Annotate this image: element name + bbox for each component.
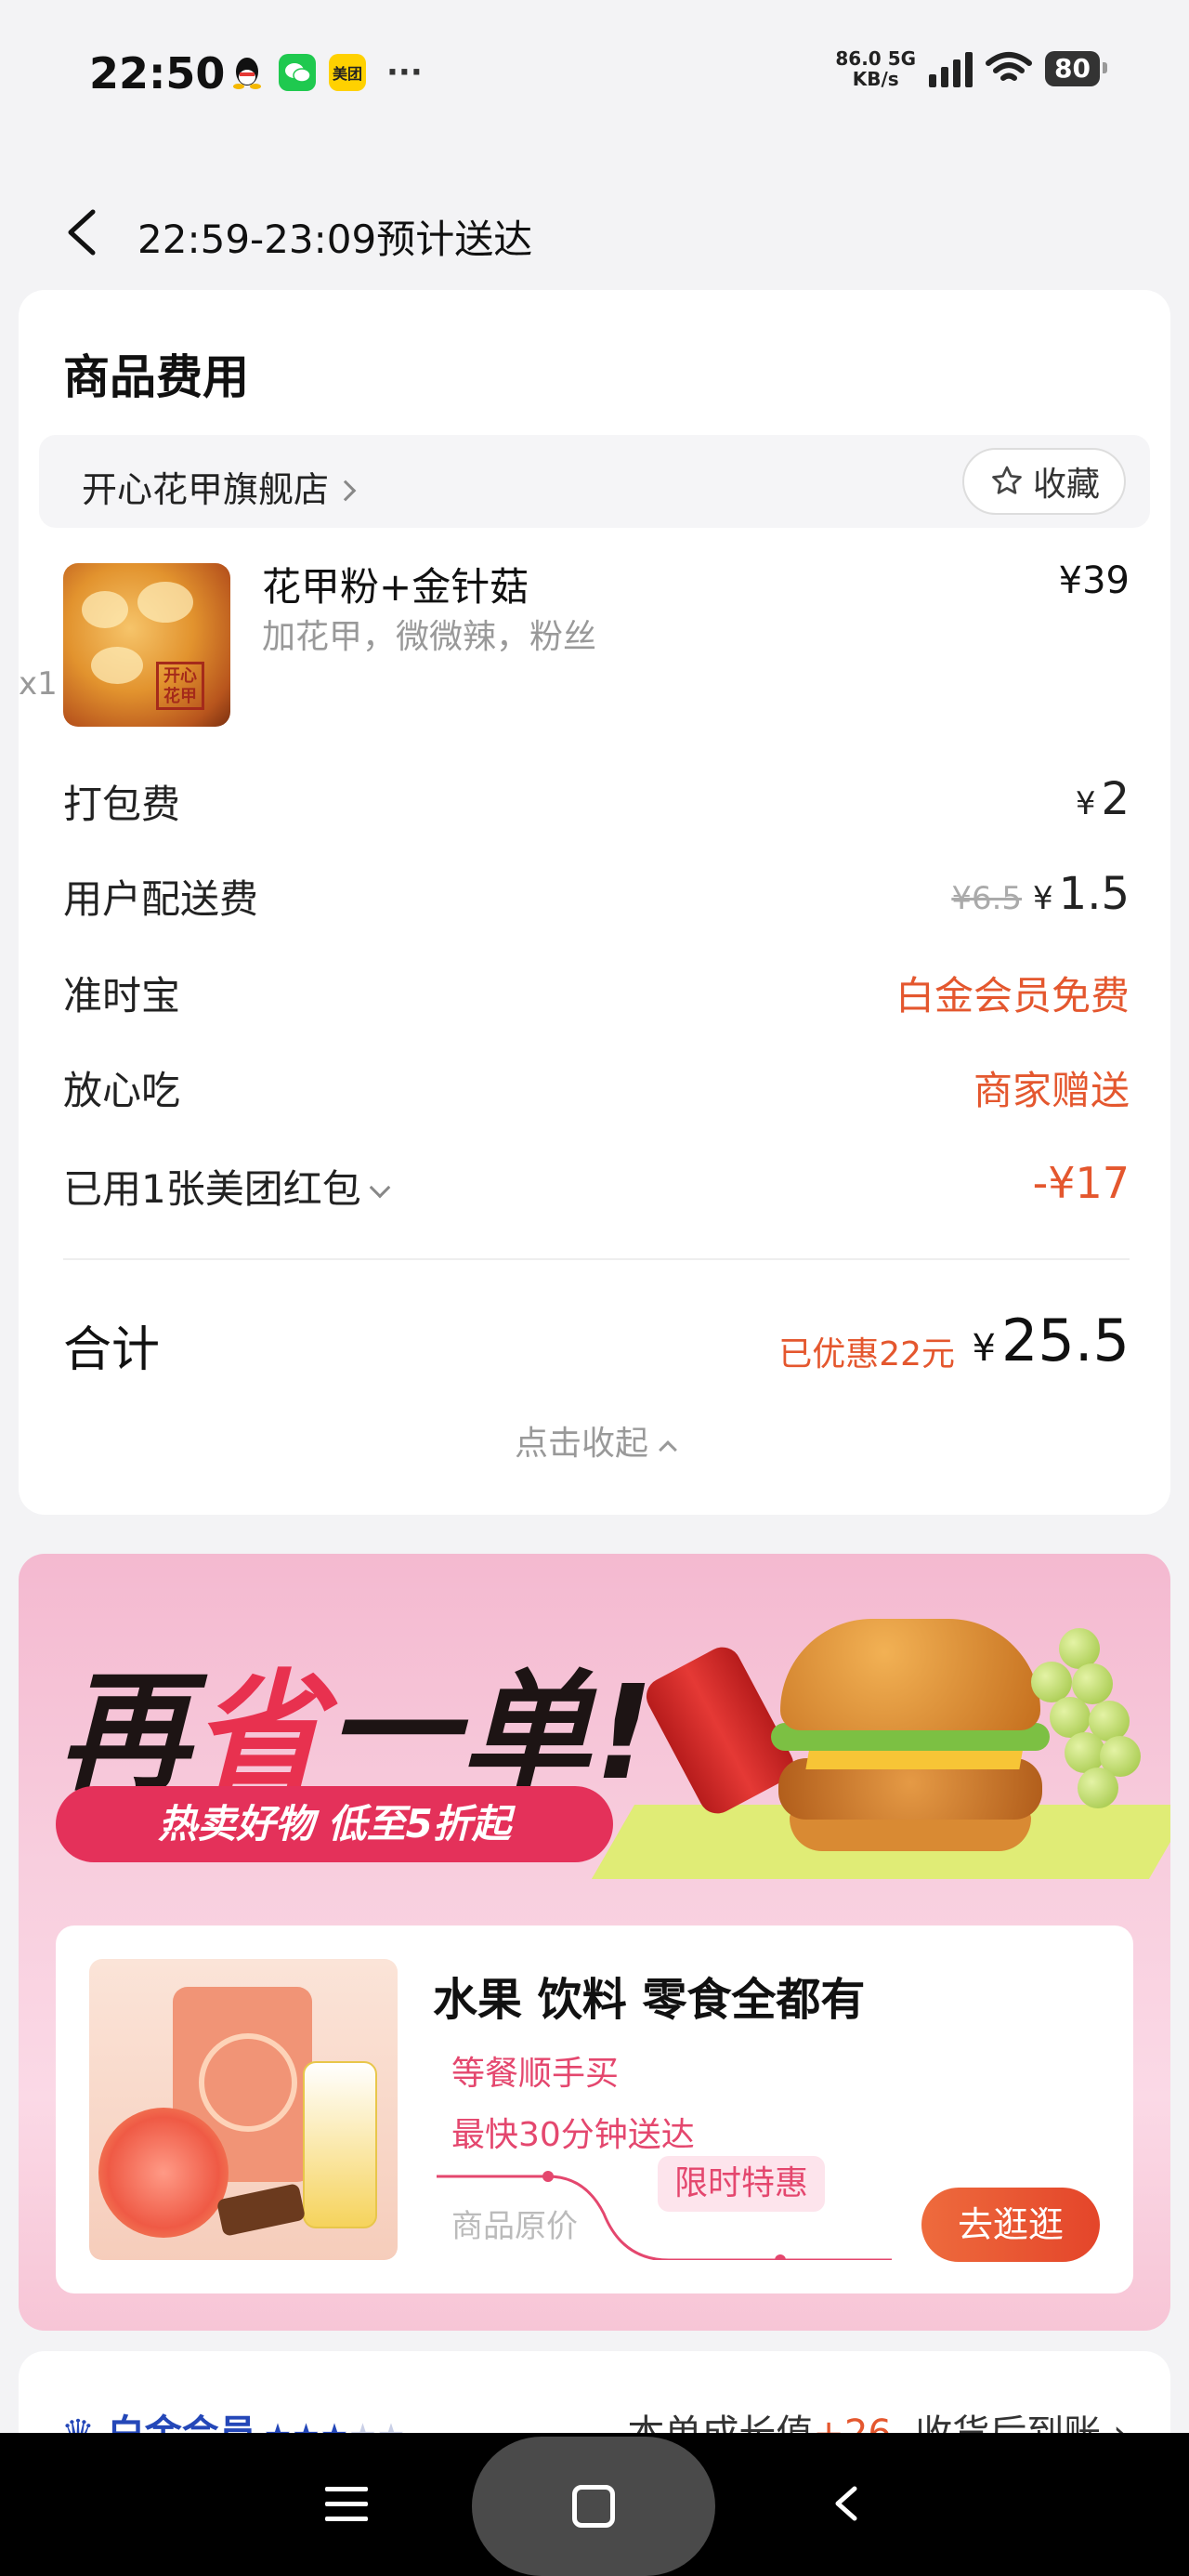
net-speed-value: 86.0 <box>835 47 882 70</box>
promo-card-sub2: 最快30分钟送达 <box>451 2116 695 2154</box>
total-value: ¥25.5 <box>973 1307 1130 1374</box>
store-name: 开心花甲旗舰店 <box>82 469 330 510</box>
limited-offer-tag: 限时特惠 <box>658 2156 825 2212</box>
meituan-icon: 美团 <box>329 54 366 91</box>
fees-card: 商品费用 开心花甲旗舰店 收藏 开心 花甲 花甲粉+金针菇 加花甲，微微辣，粉丝 … <box>19 290 1170 1515</box>
promo-card[interactable]: 水果 饮料 零食全都有 等餐顺手买 最快30分钟送达 商品原价 限时特惠 去逛逛 <box>56 1925 1133 2293</box>
product-qty: x1 <box>19 665 58 703</box>
product-image-stamp: 开心 花甲 <box>156 662 204 710</box>
burger-image <box>771 1619 1050 1851</box>
delivery-fee-label: 用户配送费 <box>63 876 259 922</box>
favorite-label: 收藏 <box>1032 466 1100 504</box>
net-speed-unit: KB/s <box>852 68 899 90</box>
promo-pill: 热卖好物 低至5折起 <box>56 1786 613 1862</box>
delivery-fee-amount: 1.5 <box>1058 868 1130 920</box>
chevron-right-icon <box>334 480 357 502</box>
coupon-value: -¥17 <box>1032 1158 1130 1208</box>
home-button[interactable] <box>472 2437 715 2576</box>
status-time: 22:50 <box>89 48 226 99</box>
network-type: 5G <box>887 47 917 70</box>
collapse-toggle[interactable]: 点击收起 <box>19 1416 1170 1465</box>
chevron-up-icon <box>659 1440 677 1459</box>
fees-heading: 商品费用 <box>63 350 249 404</box>
status-indicators: 86.0 5G KB/s 80 <box>835 48 1107 89</box>
safe-eat-row: 放心吃 商家赠送 <box>63 1059 1130 1115</box>
grapes-image <box>1022 1628 1143 1814</box>
ontime-value: 白金会员免费 <box>895 973 1130 1019</box>
saved-amount: 已优惠22元 <box>778 1335 955 1373</box>
snacks-image <box>89 1959 398 2260</box>
notification-icons: 美团 ··· <box>229 54 423 91</box>
wifi-icon <box>986 52 1033 81</box>
original-price-label: 商品原价 <box>451 2208 578 2245</box>
qq-icon <box>229 54 266 91</box>
product-image[interactable]: 开心 花甲 <box>63 563 230 727</box>
top-nav: 22:59-23:09预计送达 <box>0 186 1189 288</box>
page-title: 22:59-23:09预计送达 <box>137 217 533 262</box>
product-name: 花甲粉+金针菇 <box>262 564 529 610</box>
safe-eat-label: 放心吃 <box>63 1068 181 1113</box>
product-price: ¥39 <box>1058 559 1130 602</box>
more-notifications-icon: ··· <box>386 54 423 91</box>
packing-fee-amount: 2 <box>1101 773 1130 825</box>
net-speed: 86.0 5G KB/s <box>835 48 916 89</box>
star-outline-icon <box>992 466 1022 494</box>
total-label: 合计 <box>63 1322 161 1378</box>
product-spec: 加花甲，微微辣，粉丝 <box>262 618 597 656</box>
wechat-icon <box>279 54 316 91</box>
favorite-button[interactable]: 收藏 <box>962 448 1126 515</box>
divider <box>63 1258 1130 1260</box>
ontime-label: 准时宝 <box>63 973 181 1019</box>
promo-card-title: 水果 饮料 零食全都有 <box>433 1974 866 2026</box>
yen-symbol: ¥ <box>1075 785 1096 822</box>
status-bar: 22:50 美团 ··· 86.0 5G KB/s 80 <box>0 0 1189 149</box>
yen-symbol: ¥ <box>972 1327 996 1370</box>
total-amount: 25.5 <box>1000 1307 1130 1374</box>
battery-icon: 80 <box>1045 51 1107 86</box>
safe-eat-value: 商家赠送 <box>973 1068 1130 1113</box>
system-nav-bar <box>0 2433 1189 2576</box>
packing-fee-label: 打包费 <box>63 782 181 827</box>
home-square-icon <box>572 2485 615 2528</box>
coupon-row[interactable]: 已用1张美团红包 -¥17 <box>63 1158 1130 1214</box>
menu-icon[interactable] <box>325 2487 368 2531</box>
store-bar: 开心花甲旗舰店 收藏 <box>39 435 1150 528</box>
delivery-original-price: ¥6.5 <box>951 880 1023 917</box>
delivery-fee-value: ¥6.5 ¥1.5 <box>951 868 1130 920</box>
promo-banner[interactable]: 再省一单! 热卖好物 低至5折起 水果 饮料 零食全都有 等餐顺手买 最快30分… <box>19 1554 1170 2331</box>
system-back-icon[interactable] <box>829 2485 866 2522</box>
store-link[interactable]: 开心花甲旗舰店 <box>82 461 357 512</box>
yen-symbol: ¥ <box>1033 880 1053 917</box>
browse-button[interactable]: 去逛逛 <box>921 2188 1100 2262</box>
back-icon[interactable] <box>58 204 113 260</box>
collapse-label: 点击收起 <box>514 1425 648 1463</box>
signal-icon <box>929 50 973 87</box>
packing-fee-row: 打包费 ¥2 <box>63 773 1130 829</box>
delivery-fee-row: 用户配送费 ¥6.5 ¥1.5 <box>63 868 1130 924</box>
coupon-label-text: 已用1张美团红包 <box>63 1166 361 1212</box>
packing-fee-value: ¥2 <box>1076 773 1130 825</box>
chevron-down-icon <box>369 1176 391 1199</box>
coupon-label: 已用1张美团红包 <box>63 1158 391 1215</box>
promo-card-sub1: 等餐顺手买 <box>451 2055 620 2093</box>
ontime-row: 准时宝 白金会员免费 <box>63 965 1130 1020</box>
